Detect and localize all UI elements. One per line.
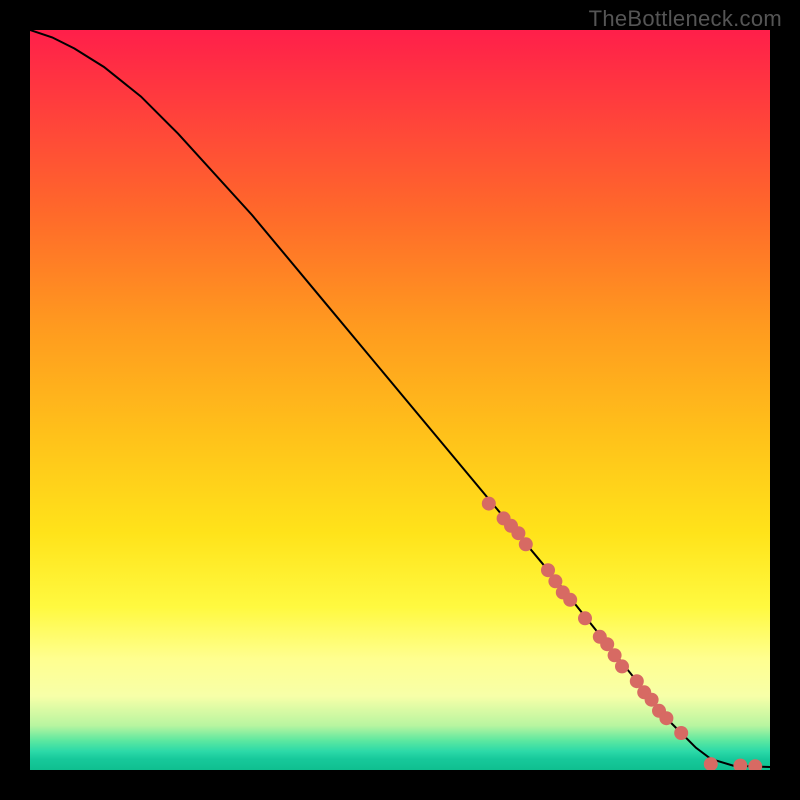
plot-area [30,30,770,770]
chart-frame: TheBottleneck.com [0,0,800,800]
marker-point [563,593,577,607]
curve-layer [30,30,770,767]
marker-point [615,659,629,673]
marker-point [704,757,718,770]
marker-point [659,711,673,725]
chart-svg [30,30,770,770]
marker-point [519,537,533,551]
marker-layer [482,497,762,770]
watermark-text: TheBottleneck.com [589,6,782,32]
bottleneck-curve [30,30,770,767]
marker-point [578,611,592,625]
marker-point [733,759,747,770]
marker-point [674,726,688,740]
marker-point [482,497,496,511]
marker-point [748,759,762,770]
